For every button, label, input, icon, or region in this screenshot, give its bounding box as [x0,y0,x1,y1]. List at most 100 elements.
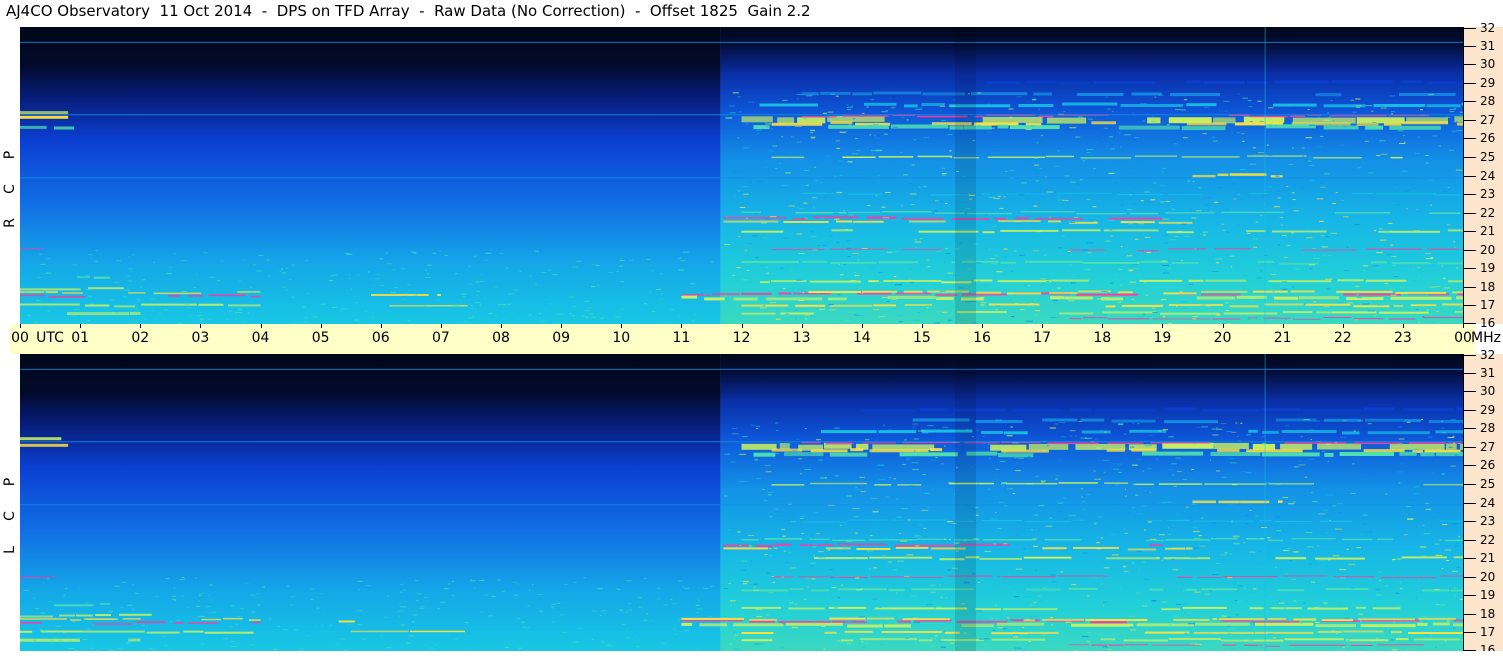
noise-speck [871,497,878,499]
noise-speck [987,443,991,445]
noise-speck [1070,181,1076,183]
signal-band [1301,409,1363,413]
noise-speck [399,603,402,605]
noise-speck [228,310,233,312]
noise-speck [1236,614,1239,616]
noise-speck [1431,472,1435,474]
noise-speck [208,319,212,321]
noise-speck [1252,147,1257,149]
noise-speck [976,429,979,431]
noise-speck [142,279,146,281]
noise-speck [1434,589,1440,591]
signal-band [1383,122,1402,126]
noise-speck [862,646,865,648]
signal-band [119,613,152,616]
signal-band [1414,638,1460,641]
noise-speck [1396,605,1402,607]
noise-speck [429,647,434,649]
signal-band [869,449,915,453]
noise-speck [290,604,293,606]
noise-speck [769,302,777,303]
signal-band [809,538,830,541]
time-tick [140,324,142,328]
noise-speck [1015,220,1022,222]
noise-speck [1240,422,1243,424]
noise-speck [1148,435,1153,436]
noise-speck [135,592,139,594]
noise-speck [931,210,938,212]
noise-speck [1341,641,1344,643]
signal-band [1401,556,1447,559]
noise-speck [181,577,185,578]
noise-speck [1216,314,1221,316]
noise-speck [1080,488,1084,490]
noise-speck [800,317,803,319]
signal-band [1192,500,1216,504]
noise-speck [1168,624,1172,626]
noise-speck [1046,191,1053,193]
noise-speck [1234,600,1238,601]
noise-speck [620,281,624,283]
noise-speck [47,310,51,312]
signal-band [1353,442,1403,445]
frequency-tick [1464,428,1476,430]
noise-speck [840,277,842,279]
noise-speck [790,269,793,271]
time-tick-label: 21 [1273,330,1292,346]
time-tick-label: 23 [1393,330,1412,346]
signal-band [1342,431,1360,435]
noise-speck [49,639,54,641]
noise-speck [1089,268,1091,270]
signal-band [741,116,773,123]
noise-speck [891,299,897,300]
noise-speck [180,595,185,597]
noise-speck [1396,558,1402,560]
signal-band [741,632,774,634]
noise-speck [813,206,815,208]
signal-band [1218,500,1270,504]
signal-band [903,290,923,293]
noise-speck [512,582,518,584]
noise-speck [1309,264,1316,266]
noise-speck [1259,121,1264,122]
signal-band [1448,280,1463,283]
signal-band [901,249,943,251]
signal-band [887,295,936,299]
frequency-tick [1464,409,1476,411]
noise-speck [1013,250,1017,252]
noise-speck [822,244,827,246]
noise-speck [1071,282,1076,284]
noise-speck [1293,551,1299,553]
noise-speck [201,643,205,645]
noise-speck [1399,634,1403,636]
noise-speck [1160,201,1165,203]
signal-band [20,630,33,633]
signal-band [20,618,67,620]
signal-band [1217,173,1229,176]
noise-speck [935,251,941,252]
signal-band [1168,194,1203,196]
noise-speck [1363,523,1367,525]
noise-speck [665,321,668,323]
noise-speck [936,310,943,312]
noise-speck [661,642,666,644]
signal-band [723,544,748,547]
noise-speck [843,210,845,212]
signal-band [830,121,853,125]
signal-band [917,538,948,541]
noise-speck [1424,634,1430,636]
noise-speck [137,300,142,302]
signal-band [1261,452,1320,457]
noise-speck [697,599,700,601]
noise-speck [878,316,885,318]
noise-speck [940,640,945,642]
noise-speck [1204,204,1211,206]
noise-speck [1010,426,1014,428]
signal-band [1015,217,1030,220]
signal-band [861,409,915,412]
noise-speck [829,309,836,311]
noise-speck [818,551,824,553]
signal-band [981,431,1003,434]
noise-speck [1208,538,1210,540]
noise-speck [939,290,946,292]
